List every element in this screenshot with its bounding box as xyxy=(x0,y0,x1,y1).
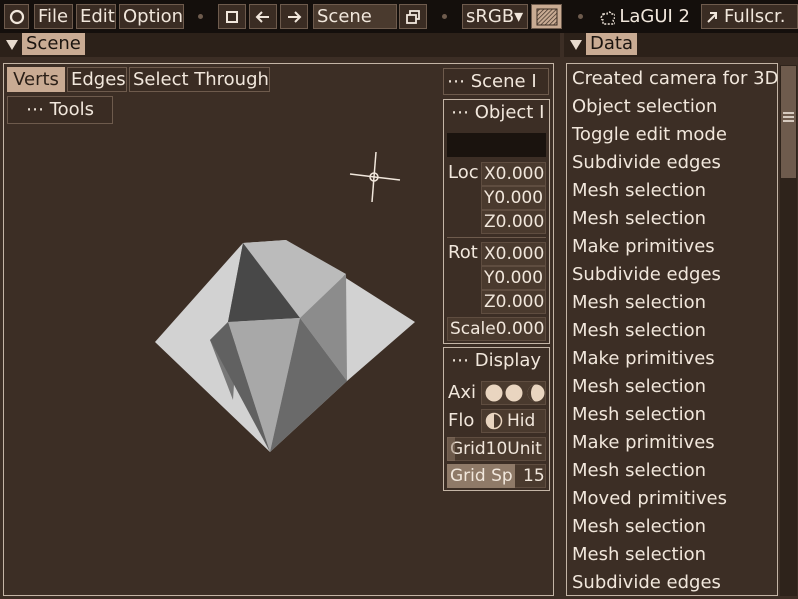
floor-label: Flo xyxy=(448,410,475,431)
collapse-triangle-icon[interactable] xyxy=(570,40,582,50)
arrow-left-icon xyxy=(255,10,269,23)
axis-toggles[interactable] xyxy=(481,381,546,405)
list-item[interactable]: Subdivide edges xyxy=(572,266,721,284)
stop-button[interactable] xyxy=(218,4,246,29)
scene-field[interactable]: Scene xyxy=(313,4,397,29)
rotation-z-field[interactable]: Z0.000 xyxy=(481,290,546,314)
object-name-field[interactable] xyxy=(447,133,546,157)
rotation-label: Rot xyxy=(448,242,478,263)
checker-toggle[interactable] xyxy=(531,4,562,29)
floor-toggle-label: Hid xyxy=(507,411,536,431)
location-z-field[interactable]: Z0.000 xyxy=(481,210,546,234)
menu-edit[interactable]: Edit xyxy=(76,4,116,29)
colorspace-dropdown[interactable]: sRGB▾ xyxy=(462,4,528,29)
crosshair-icon[interactable] xyxy=(346,148,404,206)
puzzle-icon xyxy=(600,10,616,25)
list-item[interactable]: Make primitives xyxy=(572,434,715,452)
separator-dot xyxy=(578,14,583,19)
tools-button[interactable]: ⋯ Tools xyxy=(7,96,113,124)
app-logo-button[interactable] xyxy=(4,4,29,29)
list-item[interactable]: Mesh selection xyxy=(572,294,706,312)
list-item[interactable]: Created camera for 3D xyxy=(572,70,778,88)
window-restore-icon xyxy=(406,9,420,24)
floor-toggle[interactable]: Hid xyxy=(481,409,546,433)
list-item[interactable]: Mesh selection xyxy=(572,546,706,564)
list-item[interactable]: Moved primitives xyxy=(572,490,727,508)
list-item[interactable]: Mesh selection xyxy=(572,518,706,536)
new-window-button[interactable] xyxy=(399,4,427,29)
separator-dot xyxy=(198,14,203,19)
grid-unit-slider-fill xyxy=(447,437,455,461)
list-item[interactable]: Mesh selection xyxy=(572,210,706,228)
location-label: Loc xyxy=(448,162,479,183)
menu-option[interactable]: Option xyxy=(119,4,184,29)
list-item[interactable]: Subdivide edges xyxy=(572,574,721,592)
select-through-toggle[interactable]: Select Through xyxy=(129,67,270,92)
data-panel-title: Data xyxy=(586,33,637,55)
mode-edges-button[interactable]: Edges xyxy=(67,67,127,92)
axis-toggle-icons xyxy=(485,384,545,402)
menu-icon xyxy=(783,112,794,122)
location-y-field[interactable]: Y0.000 xyxy=(481,186,546,210)
list-item[interactable]: Mesh selection xyxy=(572,322,706,340)
grid-unit-field[interactable]: Grid10Unit xyxy=(447,437,546,461)
menu-file[interactable]: File xyxy=(34,4,73,29)
list-item[interactable]: Mesh selection xyxy=(572,182,706,200)
back-button[interactable] xyxy=(249,4,277,29)
list-item[interactable]: Mesh selection xyxy=(572,378,706,396)
grid-span-label: Grid Sp xyxy=(450,466,513,486)
divider xyxy=(447,237,546,238)
arrow-right-icon xyxy=(288,10,302,23)
list-item[interactable]: Mesh selection xyxy=(572,406,706,424)
list-item[interactable]: Object selection xyxy=(572,98,717,116)
fullscreen-button[interactable]: Fullscr. xyxy=(701,4,798,29)
display-panel-title[interactable]: ⋯ Display xyxy=(451,352,541,370)
square-icon xyxy=(226,10,238,23)
axis-label: Axi xyxy=(448,382,476,403)
fullscreen-label: Fullscr. xyxy=(724,5,786,27)
rotation-x-field[interactable]: X0.000 xyxy=(481,242,546,266)
collapse-triangle-icon[interactable] xyxy=(6,40,18,50)
scale-field[interactable]: Scale0.000 xyxy=(447,317,546,341)
circle-logo-icon xyxy=(9,9,24,24)
list-item[interactable]: Make primitives xyxy=(572,238,715,256)
expand-arrow-icon xyxy=(707,11,717,23)
separator-dot xyxy=(442,14,447,19)
mesh-object[interactable] xyxy=(140,230,430,460)
checker-icon xyxy=(536,8,557,25)
app-name-label: LaGUI 2 xyxy=(619,5,690,27)
list-item[interactable]: Toggle edit mode xyxy=(572,126,727,144)
scene-panel-title: Scene xyxy=(22,33,85,55)
list-item[interactable]: Subdivide edges xyxy=(572,154,721,172)
scene-info-button[interactable]: ⋯ Scene I xyxy=(443,68,549,95)
list-item[interactable]: Mesh selection xyxy=(572,462,706,480)
app-name-button[interactable]: LaGUI 2 xyxy=(597,4,693,29)
mode-verts-button[interactable]: Verts xyxy=(7,67,65,92)
forward-button[interactable] xyxy=(280,4,308,29)
rotation-y-field[interactable]: Y0.000 xyxy=(481,266,546,290)
half-circle-icon xyxy=(485,412,503,430)
list-item[interactable]: Make primitives xyxy=(572,350,715,368)
grid-span-value: 15 xyxy=(523,466,545,486)
location-x-field[interactable]: X0.000 xyxy=(481,162,546,186)
object-panel-title[interactable]: ⋯ Object I xyxy=(451,104,544,122)
